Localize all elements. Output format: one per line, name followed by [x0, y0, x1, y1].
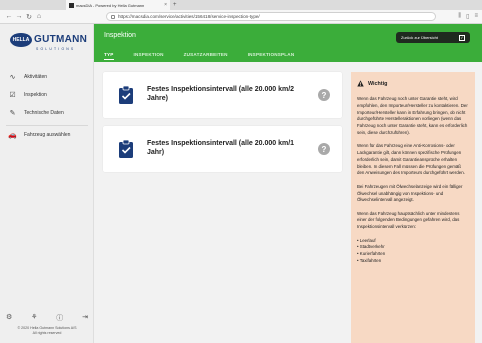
page-title: Inspektion	[104, 32, 136, 39]
info-heading-text: Wichtig	[368, 80, 388, 87]
favicon-icon	[69, 2, 74, 8]
card-title: Festes Inspektionsintervall (alle 20.000…	[147, 86, 295, 102]
page-header: Inspektion Zurück zur Übersicht ✓ TYP IN…	[94, 24, 482, 62]
browser-tab-bar: macsDiA - Powered by Hella Gutmann × +	[0, 0, 482, 10]
sidebar-item-fahrzeug-auswaehlen[interactable]: 🚗 Fahrzeug auswählen	[0, 128, 94, 142]
tab-zusatzarbeiten[interactable]: ZUSATZARBEITEN	[184, 52, 228, 60]
info-paragraph: Wenn das Fahrzeug hauptsächlich unter mi…	[357, 210, 460, 230]
info-icon[interactable]: ⓘ	[56, 313, 63, 323]
clipboard-check-icon	[119, 85, 133, 104]
important-info-panel: Wichtig Wenn das Fahrzeug noch unter Gar…	[351, 72, 475, 343]
back-to-overview-button[interactable]: Zurück zur Übersicht ✓	[396, 32, 470, 43]
logout-icon[interactable]: ⇥	[82, 313, 88, 323]
sidebar: HELLA GUTMANN SOLUTIONS ∿ Aktivitäten ☑ …	[0, 24, 94, 343]
new-tab-icon[interactable]: +	[173, 2, 177, 8]
menu-icon[interactable]: ≡	[474, 13, 478, 20]
settings-icon[interactable]: ⚙	[6, 313, 12, 323]
info-paragraph: Wenn für das Fahrzeug eine Anti-Korrosio…	[357, 143, 465, 176]
copyright-line: All rights reserved	[32, 331, 62, 335]
clipboard-check-icon	[119, 139, 133, 158]
url-field[interactable]: https://macsdia.com/service/activities/1…	[106, 12, 436, 21]
help-icon[interactable]: ?	[318, 89, 330, 101]
tab-bar: TYP INSPEKTION ZUSATZARBEITEN INSPEKTION…	[104, 52, 294, 60]
inspection-option-card[interactable]: Festes Inspektionsintervall (alle 20.000…	[103, 126, 342, 172]
warning-icon	[357, 80, 364, 87]
copyright: © 2020 Hella Gutmann Solutions A/S All r…	[0, 326, 94, 336]
sidebar-item-aktivitaeten[interactable]: ∿ Aktivitäten	[0, 70, 94, 84]
browser-tab-title: macsDiA - Powered by Hella Gutmann	[76, 2, 145, 8]
tab-inspektion[interactable]: INSPEKTION	[134, 52, 164, 60]
tab-inspektionsplan[interactable]: INSPEKTIONSPLAN	[248, 52, 295, 60]
check-icon: ✓	[459, 34, 465, 41]
card-title: Festes Inspektionsintervall (alle 20.000…	[147, 140, 295, 156]
checkbox-icon: ☑	[9, 92, 16, 99]
address-bar: ← → ↻ ⌂ https://macsdia.com/service/acti…	[0, 10, 482, 24]
network-icon[interactable]: ⚘	[31, 313, 37, 323]
sidebar-item-inspektion[interactable]: ☑ Inspektion	[0, 88, 94, 102]
info-paragraph: Wenn das Fahrzeug noch unter Garantie st…	[357, 96, 468, 135]
info-bullet-list: Leerlauf Stadtverkehr Kurierfahrten Taxi…	[357, 238, 469, 265]
car-icon: 🚗	[8, 132, 17, 139]
sidebar-item-label: Aktivitäten	[24, 74, 48, 80]
list-item: Kurierfahrten	[357, 251, 469, 258]
info-body: Wenn das Fahrzeug noch unter Garantie st…	[357, 96, 469, 265]
reload-icon[interactable]: ↻	[24, 13, 34, 21]
home-icon[interactable]: ⌂	[34, 13, 44, 20]
list-item: Taxifahrten	[357, 258, 469, 265]
library-icon[interactable]: ⫼	[458, 13, 461, 20]
info-paragraph: Bei Fahrzeugen mit Ölwechselanzeige wird…	[357, 183, 463, 203]
wave-icon: ∿	[9, 74, 16, 81]
logo-tagline: SOLUTIONS	[36, 47, 76, 51]
list-item: Stadtverkehr	[357, 244, 469, 251]
lock-icon	[111, 14, 115, 19]
browser-tab[interactable]: macsDiA - Powered by Hella Gutmann ×	[66, 0, 170, 10]
inspection-option-card[interactable]: Festes Inspektionsintervall (alle 20.000…	[103, 72, 342, 118]
sidebar-item-label: Technische Daten	[24, 110, 64, 116]
sidebar-item-label: Fahrzeug auswählen	[24, 132, 71, 138]
back-to-overview-label: Zurück zur Übersicht	[401, 35, 438, 40]
hella-logo-mark: HELLA	[10, 33, 32, 47]
hella-gutmann-logo: HELLA GUTMANN SOLUTIONS	[10, 32, 88, 54]
wrench-icon: ✎	[9, 110, 16, 117]
sidebar-item-label: Inspektion	[24, 92, 47, 98]
logo-brand: GUTMANN	[34, 34, 88, 45]
info-heading: Wichtig	[357, 80, 387, 87]
list-item: Leerlauf	[357, 238, 469, 245]
close-icon[interactable]: ×	[164, 2, 167, 8]
sidebar-toggle-icon[interactable]: ▯	[466, 13, 469, 20]
url-text: https://macsdia.com/service/activities/1…	[118, 14, 260, 19]
back-icon[interactable]: ←	[4, 13, 14, 20]
sidebar-item-technische-daten[interactable]: ✎ Technische Daten	[0, 106, 94, 120]
forward-icon[interactable]: →	[14, 13, 24, 20]
help-icon[interactable]: ?	[318, 143, 330, 155]
tab-typ[interactable]: TYP	[104, 52, 114, 60]
sidebar-divider	[6, 125, 88, 126]
